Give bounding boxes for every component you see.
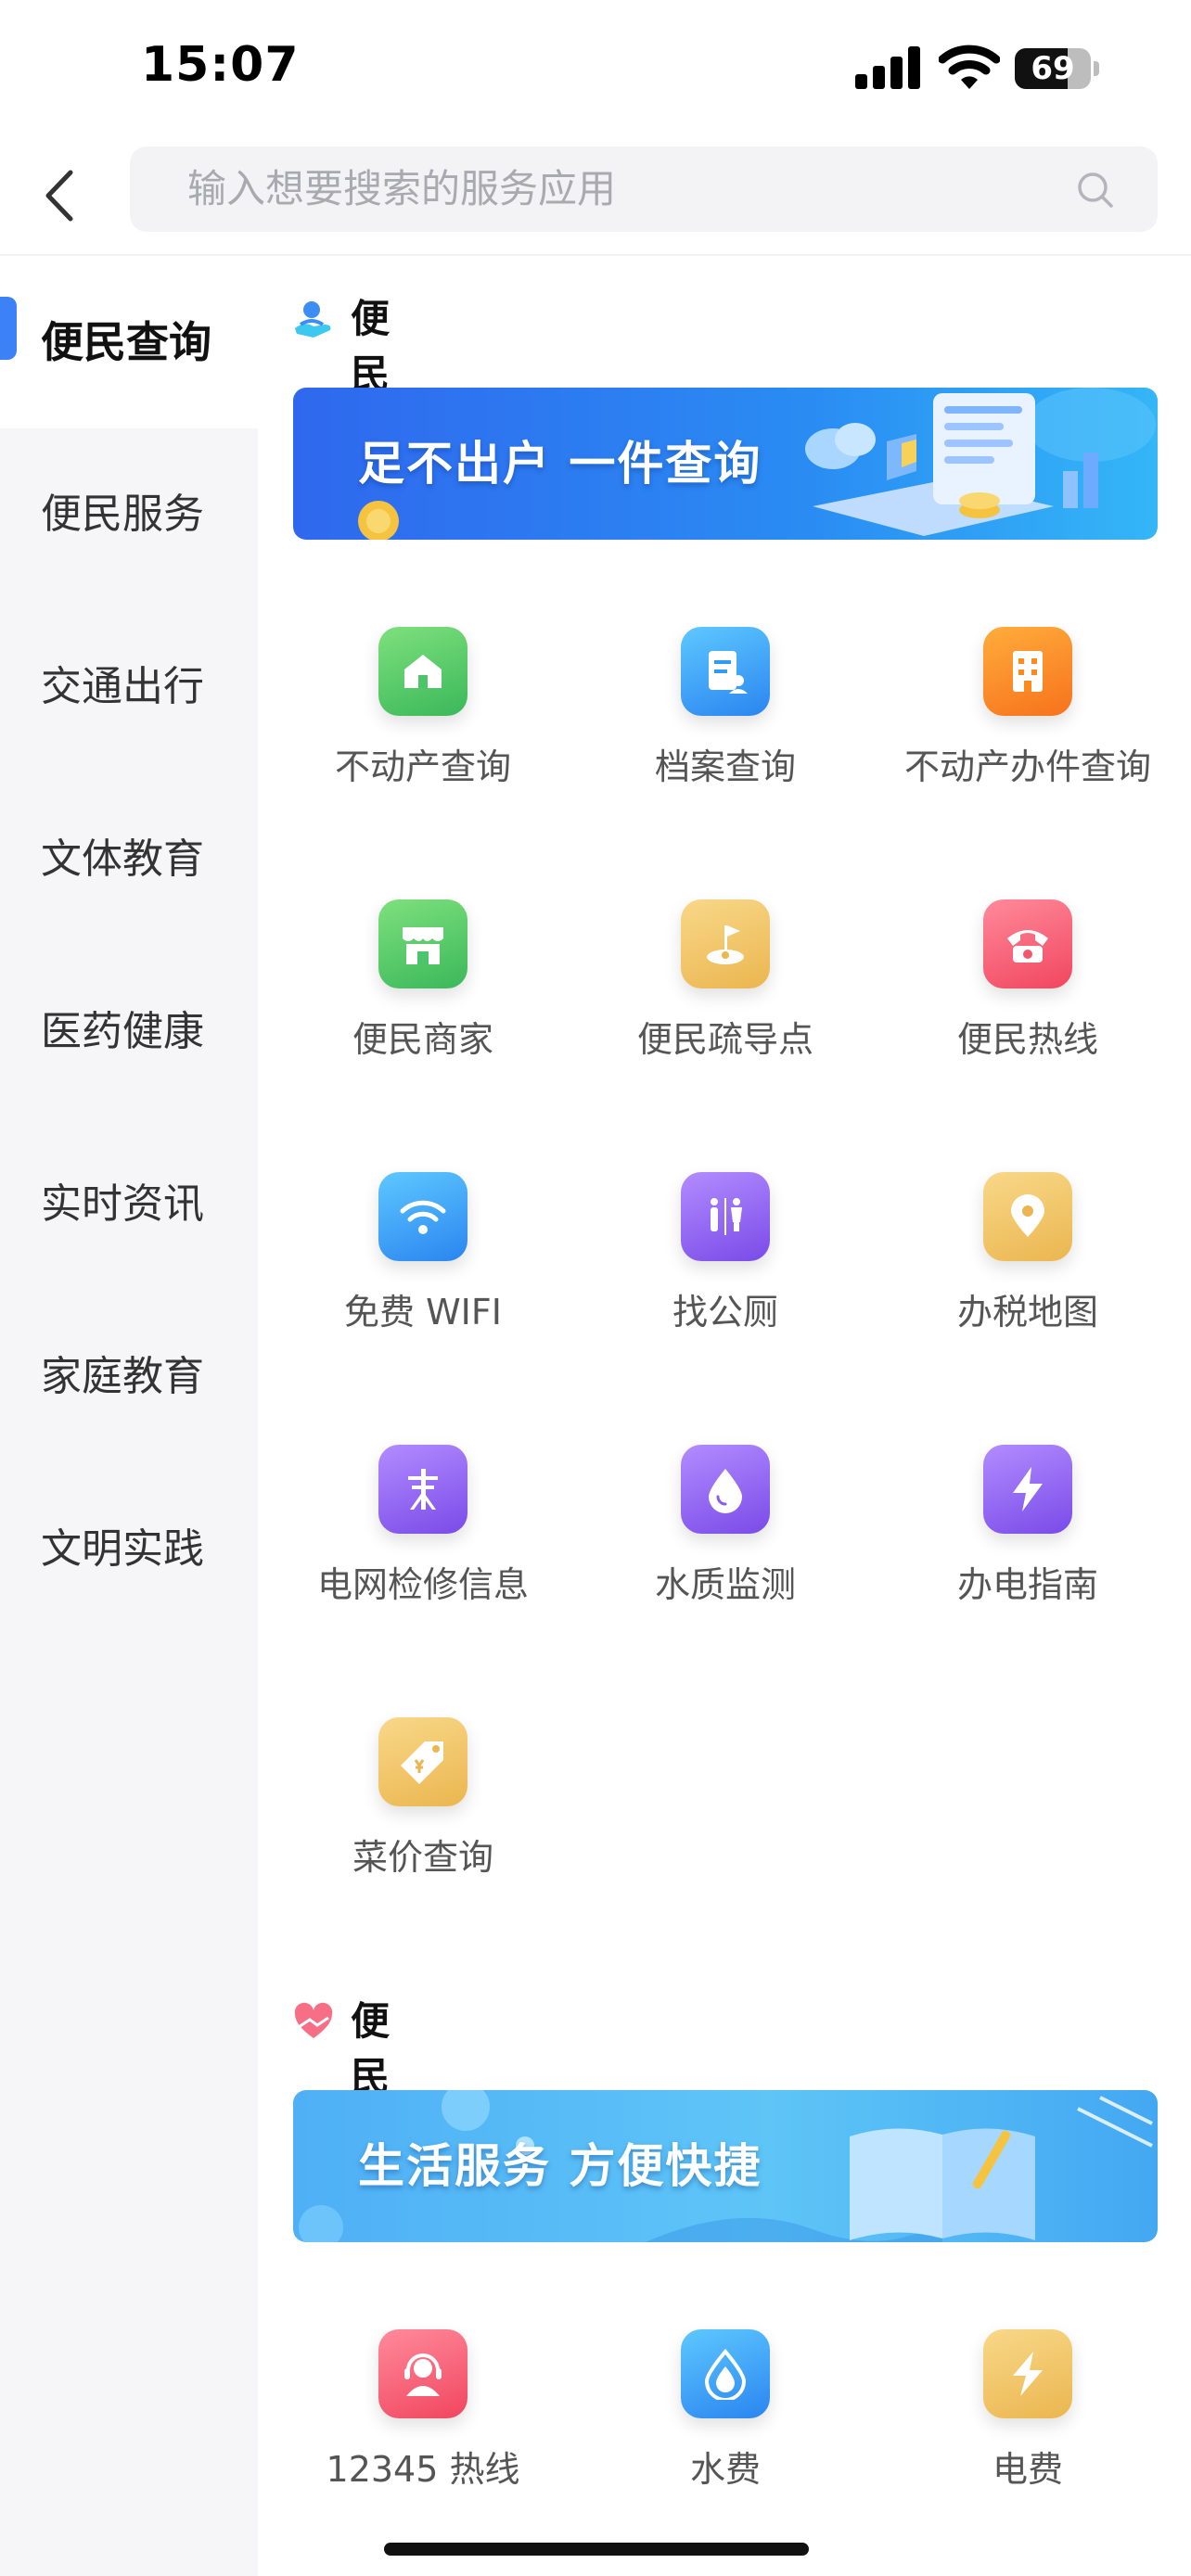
tile-free-wifi[interactable]: 免费 WIFI [273,1172,573,1413]
price-tag-icon [401,1741,443,1784]
water-bill-icon [704,2348,747,2400]
tile-convenience-hotline[interactable]: 便民热线 [877,899,1178,1141]
tile-electricity-bill[interactable]: 电费 [877,2329,1178,2570]
tile-tax-map[interactable]: 办税地图 [877,1172,1178,1413]
tile-real-estate-query[interactable]: 不动产查询 [273,627,573,868]
battery-percent: 69 [1031,50,1075,87]
sidebar-item-label: 家庭教育 [41,1353,204,1400]
document-icon [709,651,748,694]
house-icon [404,655,442,688]
status-bar: 15:07 69 [0,0,1191,139]
headset-agent-icon [404,2353,442,2396]
sidebar-item-convenience-query[interactable]: 便民查询 [0,256,258,428]
tile-electricity-guide[interactable]: 办电指南 [877,1445,1178,1686]
category-sidebar: 便民查询 便民服务 交通出行 文体教育 医药健康 实时资讯 家庭教育 文明实践 [0,256,258,2576]
tile-12345-hotline[interactable]: 12345 热线 [273,2329,573,2570]
tile-label: 水质监测 [654,1564,796,1605]
tile-label: 不动产查询 [334,746,511,787]
sidebar-item-convenience-service[interactable]: 便民服务 [0,428,258,601]
sidebar-item-civilization-practice[interactable]: 文明实践 [0,1463,258,1636]
tile-label: 便民疏导点 [636,1019,813,1060]
tile-label: 便民商家 [352,1019,493,1060]
sidebar-item-transport[interactable]: 交通出行 [0,601,258,773]
tile-label: 办电指南 [956,1564,1098,1605]
sidebar-item-label: 实时资讯 [41,1180,204,1228]
map-pin-icon [1011,1194,1044,1237]
sidebar-item-label: 便民查询 [41,317,211,367]
tile-label: 便民热线 [956,1019,1098,1060]
sidebar-item-culture-education[interactable]: 文体教育 [0,773,258,946]
heart-hands-icon [294,2002,333,2038]
tile-archive-query[interactable]: 档案查询 [575,627,876,868]
home-indicator[interactable] [384,2543,809,2556]
tile-vegetable-price[interactable]: 菜价查询 [273,1717,573,1958]
electricity-bill-icon [1013,2352,1043,2396]
tile-label: 不动产办件查询 [903,746,1151,787]
wifi-icon [400,1200,446,1234]
sidebar-item-family-education[interactable]: 家庭教育 [0,1291,258,1463]
tile-label: 电网检修信息 [316,1564,529,1605]
search-icon[interactable] [1076,171,1115,210]
sidebar-item-label: 文明实践 [41,1525,204,1573]
tile-label: 菜价查询 [352,1837,493,1878]
tile-label: 免费 WIFI [344,1292,502,1333]
header: 输入想要搜索的服务应用 [0,139,1191,256]
tile-guidance-point[interactable]: 便民疏导点 [575,899,876,1141]
sidebar-item-label: 交通出行 [41,663,204,710]
tile-water-quality[interactable]: 水质监测 [575,1445,876,1686]
sidebar-item-health[interactable]: 医药健康 [0,946,258,1118]
banner-service[interactable]: 生活服务 方便快捷 [293,2090,1158,2242]
restroom-icon [711,1198,742,1235]
back-arrow-icon[interactable] [33,163,89,228]
tile-convenience-merchant[interactable]: 便民商家 [273,899,573,1141]
tile-water-bill[interactable]: 水费 [575,2329,876,2570]
wifi-status-icon [939,45,1000,89]
tile-label: 电费 [992,2449,1063,2490]
water-drop-icon [709,1469,742,1513]
search-input[interactable]: 输入想要搜索的服务应用 [130,147,1158,232]
location-flag-icon [707,925,744,964]
hand-user-icon [295,301,331,338]
tile-grid-maintenance[interactable]: 电网检修信息 [273,1445,573,1686]
tile-label: 水费 [689,2449,761,2490]
telephone-icon [1007,930,1048,963]
sidebar-item-label: 便民服务 [41,491,204,538]
building-icon [1013,651,1043,692]
tile-real-estate-case-query[interactable]: 不动产办件查询 [877,627,1178,868]
search-placeholder: 输入想要搜索的服务应用 [187,166,617,211]
power-pole-icon [408,1469,438,1510]
battery-icon: 69 [1015,48,1099,89]
tile-find-restroom[interactable]: 找公厕 [575,1172,876,1413]
banner-query[interactable]: 足不出户 一件查询 [293,388,1158,540]
tile-label: 找公厕 [672,1292,778,1333]
sidebar-item-label: 医药健康 [41,1008,204,1055]
banner-text: 生活服务 方便快捷 [358,2139,762,2193]
tile-label: 12345 热线 [326,2449,520,2490]
cellular-signal-icon [855,46,920,89]
banner-text: 足不出户 一件查询 [358,437,762,491]
sidebar-item-news[interactable]: 实时资讯 [0,1118,258,1291]
status-time: 15:07 [141,37,300,93]
sidebar-item-label: 文体教育 [41,835,204,883]
tile-label: 办税地图 [956,1292,1098,1333]
lightning-icon [1013,1467,1043,1511]
store-icon [403,927,443,964]
active-indicator [0,297,17,360]
tile-label: 档案查询 [654,746,796,787]
